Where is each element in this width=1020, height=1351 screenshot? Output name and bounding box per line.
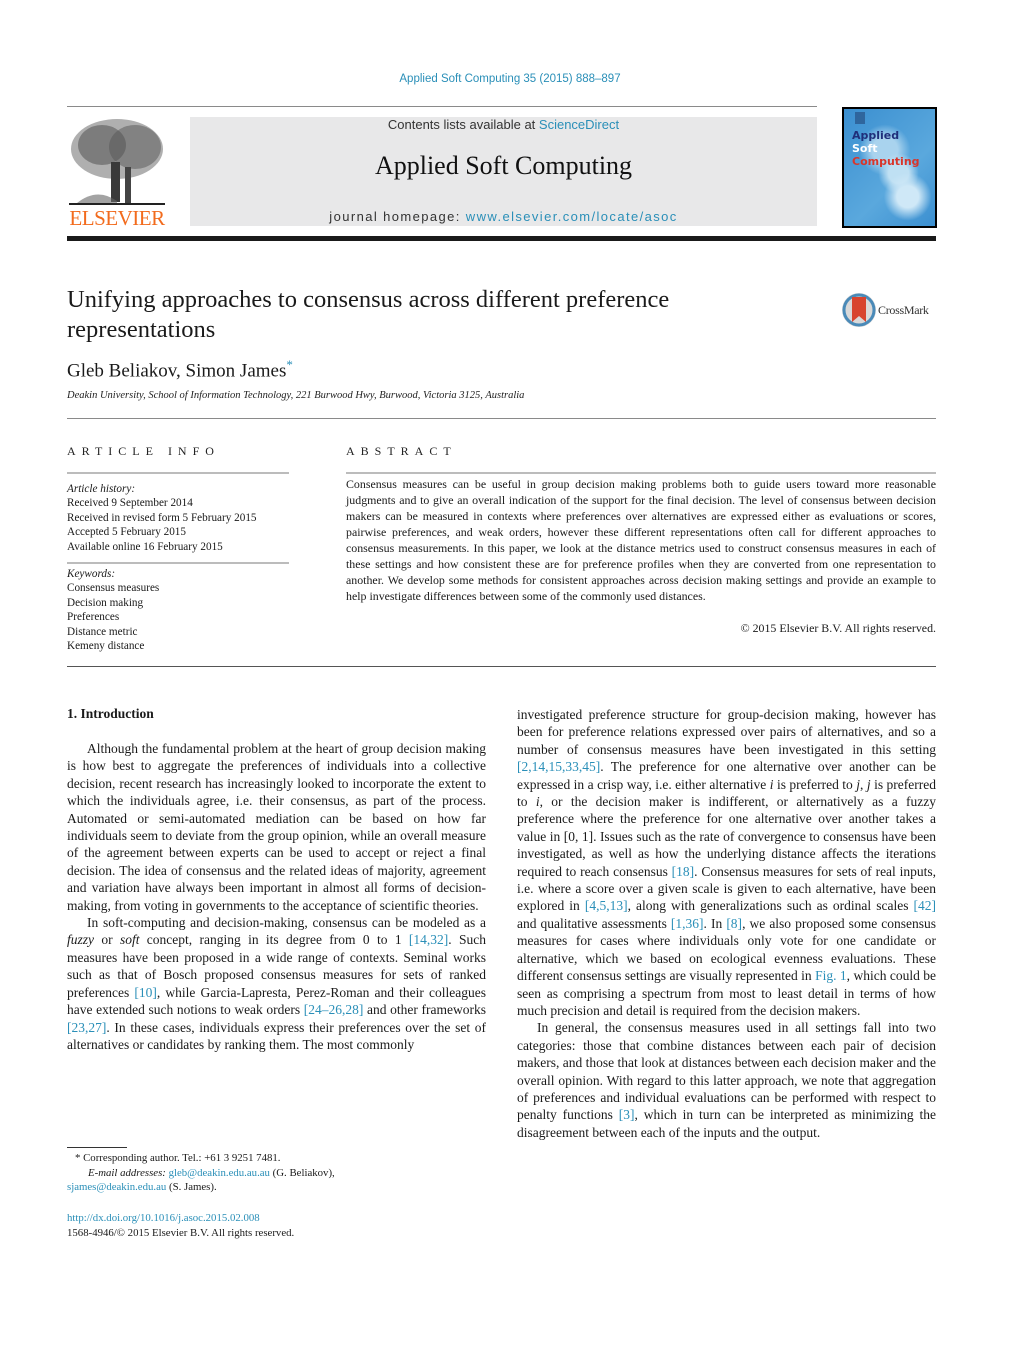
footnote-emails-cont: sjames@deakin.edu.au (S. James). xyxy=(67,1180,497,1195)
body-column-right: investigated preference structure for gr… xyxy=(517,706,936,1141)
intro-paragraph-2: In soft-computing and decision-making, c… xyxy=(67,914,486,1053)
intro-paragraph-1: Although the fundamental problem at the … xyxy=(67,741,486,913)
history-item: Received 9 September 2014 xyxy=(67,497,193,510)
article-history: Article history: Received 9 September 20… xyxy=(67,482,257,554)
abstract-text: Consensus measures can be useful in grou… xyxy=(346,477,936,603)
text: or xyxy=(94,932,120,948)
email-link-beliakov[interactable]: gleb@deakin.edu.au.au xyxy=(169,1167,270,1179)
intro-paragraph-2-continued: investigated preference structure for gr… xyxy=(517,706,936,1019)
journal-title: Applied Soft Computing xyxy=(374,151,633,180)
footnote-text: Corresponding author. Tel.: +61 3 9251 7… xyxy=(80,1152,281,1164)
keyword-item: Kemeny distance xyxy=(67,640,145,653)
journal-masthead: Contents lists available at ScienceDirec… xyxy=(190,117,817,226)
cover-line-computing: Computing xyxy=(852,155,920,168)
affiliation-rule xyxy=(67,418,936,419)
homepage-prefix: journal homepage: xyxy=(329,209,466,224)
abstract-heading: ABSTRACT xyxy=(346,444,457,458)
cover-line-applied: Applied xyxy=(852,129,900,142)
section-heading-introduction: 1. Introduction xyxy=(67,706,154,721)
email-name: (G. Beliakov), xyxy=(269,1166,335,1179)
doi-block: http://dx.doi.org/10.1016/j.asoc.2015.02… xyxy=(67,1211,497,1240)
text: and qualitative assessments xyxy=(517,915,671,931)
citation-link[interactable]: [42] xyxy=(914,898,937,913)
citation-link[interactable]: [3] xyxy=(619,1107,635,1122)
citation-link[interactable]: [8] xyxy=(726,916,742,931)
contents-line: Contents lists available at ScienceDirec… xyxy=(190,117,817,132)
article-info-heading: ARTICLE INFO xyxy=(67,444,220,458)
journal-cover-thumbnail[interactable]: Applied Soft Computing xyxy=(842,107,937,228)
journal-homepage-link[interactable]: www.elsevier.com/locate/asoc xyxy=(466,209,678,224)
keyword-item: Preferences xyxy=(67,611,120,624)
abstract-rule xyxy=(346,472,936,474)
text: concept, ranging in its degree from 0 to… xyxy=(139,932,409,948)
keyword-item: Consensus measures xyxy=(67,582,160,595)
figure-link[interactable]: Fig. 1 xyxy=(815,968,847,983)
history-label: Article history: xyxy=(67,483,136,495)
history-item: Available online 16 February 2015 xyxy=(67,540,223,553)
doi-link[interactable]: http://dx.doi.org/10.1016/j.asoc.2015.02… xyxy=(67,1212,260,1224)
emphasis-fuzzy: fuzzy xyxy=(67,932,94,948)
email-name: (S. James). xyxy=(166,1181,217,1193)
header-rule xyxy=(67,106,817,107)
article-info-rule xyxy=(67,472,289,474)
cover-line-soft: Soft xyxy=(852,142,878,155)
footnote-corresponding: * Corresponding author. Tel.: +61 3 9251… xyxy=(67,1151,497,1166)
history-item: Accepted 5 February 2015 xyxy=(67,526,186,539)
text: In soft-computing and decision-making, c… xyxy=(87,915,486,931)
text: investigated preference structure for gr… xyxy=(517,707,936,757)
keyword-item: Distance metric xyxy=(67,625,138,638)
journal-reference[interactable]: Applied Soft Computing 35 (2015) 888–897 xyxy=(0,73,1020,85)
article-title: Unifying approaches to consensus across … xyxy=(67,286,670,343)
keyword-item: Decision making xyxy=(67,596,144,609)
keywords-rule xyxy=(67,562,289,564)
text: is preferred to xyxy=(773,776,857,792)
authors-names: Gleb Beliakov, Simon James xyxy=(67,360,287,382)
homepage-line: journal homepage: www.elsevier.com/locat… xyxy=(190,209,817,224)
footnote-emails: E-mail addresses: gleb@deakin.edu.au.au … xyxy=(67,1166,497,1181)
citation-link[interactable]: [23,27] xyxy=(67,1020,106,1035)
email-link-james[interactable]: sjames@deakin.edu.au xyxy=(67,1181,166,1193)
abstract-copyright: © 2015 Elsevier B.V. All rights reserved… xyxy=(740,621,936,635)
keywords: Keywords: Consensus measures Decision ma… xyxy=(67,567,159,653)
masthead-thick-rule xyxy=(67,236,936,241)
text: , xyxy=(860,776,867,792)
email-label: E-mail addresses: xyxy=(88,1166,166,1179)
citation-link[interactable]: [18] xyxy=(672,864,695,879)
citation-link[interactable]: [14,32] xyxy=(409,932,448,947)
text: . In xyxy=(703,915,727,931)
author-list: Gleb Beliakov, Simon James* xyxy=(67,357,293,382)
text: , along with generalizations such as ord… xyxy=(627,898,914,914)
citation-link[interactable]: [24–26,28] xyxy=(304,1002,364,1017)
intro-paragraph-3: In general, the consensus measures used … xyxy=(517,1019,936,1141)
history-item: Received in revised form 5 February 2015 xyxy=(67,511,257,524)
crossmark-label[interactable]: CrossMark xyxy=(878,303,929,318)
body-column-left: Although the fundamental problem at the … xyxy=(67,740,486,1053)
elsevier-wordmark: ELSEVIER xyxy=(69,206,165,230)
sciencedirect-link[interactable]: ScienceDirect xyxy=(539,117,619,132)
cover-stamp-icon xyxy=(855,112,865,124)
text: . In these cases, individuals express th… xyxy=(67,1019,486,1052)
issn-line: 1568-4946/© 2015 Elsevier B.V. All right… xyxy=(67,1226,295,1239)
text: and other frameworks xyxy=(363,1002,486,1018)
footnote: * Corresponding author. Tel.: +61 3 9251… xyxy=(67,1151,497,1195)
keywords-label: Keywords: xyxy=(67,568,116,580)
citation-link[interactable]: [1,36] xyxy=(671,916,704,931)
citation-link[interactable]: [10] xyxy=(134,985,157,1000)
affiliation: Deakin University, School of Information… xyxy=(67,390,525,401)
contents-prefix: Contents lists available at xyxy=(387,117,539,132)
citation-link[interactable]: [4,5,13] xyxy=(585,898,628,913)
citation-link[interactable]: [2,14,15,33,45] xyxy=(517,759,600,774)
emphasis-soft: soft xyxy=(119,932,140,948)
footnote-rule xyxy=(67,1147,127,1148)
abstract-bottom-rule xyxy=(67,666,936,667)
corresponding-author-mark[interactable]: * xyxy=(286,357,293,372)
